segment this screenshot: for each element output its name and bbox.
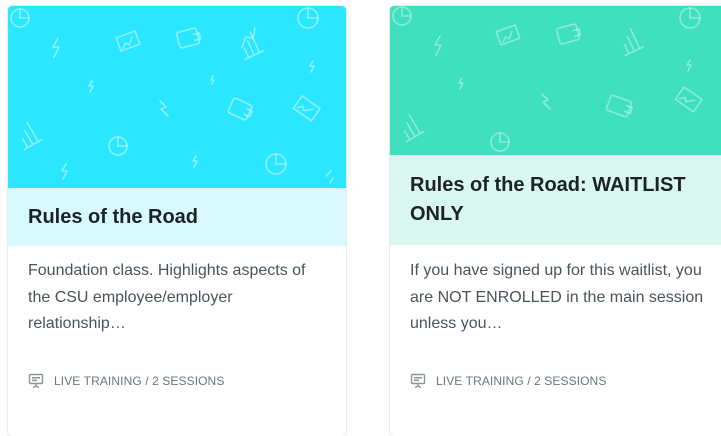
doodle-pattern [10,7,334,184]
course-card-rules-of-the-road[interactable]: Rules of the Road Foundation class. High… [8,6,346,436]
presentation-board-icon [28,373,44,389]
course-card-rules-of-the-road-waitlist[interactable]: Rules of the Road: WAITLIST ONLY If you … [390,6,721,436]
presentation-board-icon [410,373,426,389]
title-band: Rules of the Road [8,188,346,246]
doodle-pattern [392,6,703,152]
card-description: Foundation class. Highlights aspects of … [28,262,306,332]
card-meta-label: LIVE TRAINING / 2 SESSIONS [436,374,607,388]
card-meta-label: LIVE TRAINING / 2 SESSIONS [54,374,225,388]
card-meta: LIVE TRAINING / 2 SESSIONS [410,373,606,389]
card-description: If you have signed up for this waitlist,… [410,262,704,332]
card-meta: LIVE TRAINING / 2 SESSIONS [28,373,224,389]
card-title[interactable]: Rules of the Road: WAITLIST ONLY [410,171,710,229]
card-banner [8,6,346,188]
card-title[interactable]: Rules of the Road [28,203,198,232]
card-banner [390,6,721,155]
title-band: Rules of the Road: WAITLIST ONLY [390,155,721,245]
